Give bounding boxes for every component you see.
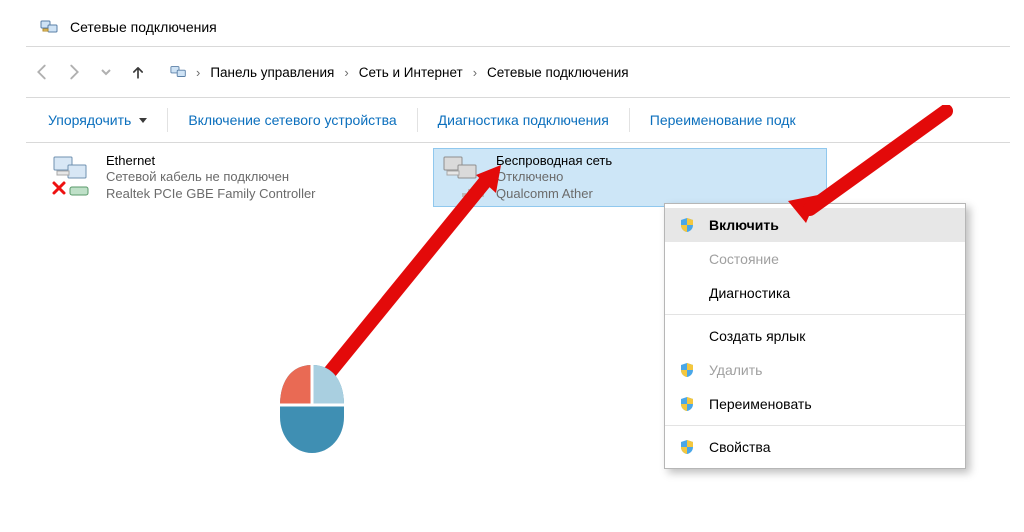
adapter-detail: Qualcomm Ather	[496, 186, 612, 202]
adapter-status: Отключено	[496, 169, 612, 185]
chevron-right-icon: ›	[342, 65, 350, 80]
context-menu-item: Состояние	[665, 242, 965, 276]
rename-button[interactable]: Переименование подк	[630, 112, 816, 128]
nav-history-dropdown[interactable]	[90, 56, 122, 88]
adapter-name: Ethernet	[106, 153, 316, 169]
adapter-icon	[440, 153, 486, 201]
rename-label: Переименование подк	[650, 112, 796, 128]
breadcrumb-bar: › Панель управления › Сеть и Интернет › …	[26, 46, 1010, 98]
context-menu-label: Включить	[709, 217, 779, 233]
context-menu-label: Диагностика	[709, 285, 790, 301]
diagnose-label: Диагностика подключения	[438, 112, 609, 128]
shield-icon	[677, 362, 697, 378]
organize-menu[interactable]: Упорядочить	[26, 112, 167, 128]
breadcrumb-item[interactable]: Сетевые подключения	[479, 59, 637, 86]
enable-device-button[interactable]: Включение сетевого устройства	[168, 112, 416, 128]
context-menu-item[interactable]: Диагностика	[665, 276, 965, 310]
context-menu-separator	[665, 425, 965, 426]
command-bar: Упорядочить Включение сетевого устройств…	[26, 98, 1010, 143]
shield-icon	[677, 217, 697, 233]
mouse-illustration	[276, 363, 348, 458]
nav-forward-button[interactable]	[58, 56, 90, 88]
context-menu-label: Создать ярлык	[709, 328, 805, 344]
adapter-name: Беспроводная сеть	[496, 153, 612, 169]
context-menu-label: Переименовать	[709, 396, 812, 412]
breadcrumb-icon	[170, 63, 188, 81]
context-menu-label: Состояние	[709, 251, 779, 267]
nav-up-button[interactable]	[122, 56, 154, 88]
organize-label: Упорядочить	[48, 112, 131, 128]
adapter-icon	[50, 153, 96, 201]
context-menu-item[interactable]: Создать ярлык	[665, 319, 965, 353]
adapters-content: Ethernet Сетевой кабель не подключен Rea…	[26, 143, 1010, 523]
breadcrumb-item[interactable]: Панель управления	[202, 59, 342, 86]
breadcrumb-item[interactable]: Сеть и Интернет	[351, 59, 471, 86]
shield-icon	[677, 396, 697, 412]
window: Сетевые подключения	[26, 8, 1010, 523]
chevron-right-icon: ›	[471, 65, 479, 80]
adapter-wireless[interactable]: Беспроводная сеть Отключено Qualcomm Ath…	[434, 149, 826, 206]
adapter-ethernet[interactable]: Ethernet Сетевой кабель не подключен Rea…	[44, 149, 436, 206]
adapter-status: Сетевой кабель не подключен	[106, 169, 316, 185]
context-menu-item[interactable]: Свойства	[665, 430, 965, 464]
context-menu-item[interactable]: Переименовать	[665, 387, 965, 421]
enable-device-label: Включение сетевого устройства	[188, 112, 396, 128]
context-menu-label: Свойства	[709, 439, 770, 455]
context-menu-item: Удалить	[665, 353, 965, 387]
context-menu: Включить Состояние Диагностика Создать ярлы…	[664, 203, 966, 469]
shield-icon	[677, 439, 697, 455]
window-title: Сетевые подключения	[70, 19, 217, 35]
titlebar: Сетевые подключения	[26, 8, 1010, 46]
diagnose-button[interactable]: Диагностика подключения	[418, 112, 629, 128]
chevron-down-icon	[139, 118, 147, 123]
adapter-detail: Realtek PCIe GBE Family Controller	[106, 186, 316, 202]
context-menu-separator	[665, 314, 965, 315]
nav-back-button[interactable]	[26, 56, 58, 88]
context-menu-label: Удалить	[709, 362, 762, 378]
chevron-right-icon: ›	[194, 65, 202, 80]
network-connections-icon	[40, 17, 60, 37]
context-menu-item[interactable]: Включить	[665, 208, 965, 242]
breadcrumb[interactable]: › Панель управления › Сеть и Интернет › …	[160, 59, 637, 86]
